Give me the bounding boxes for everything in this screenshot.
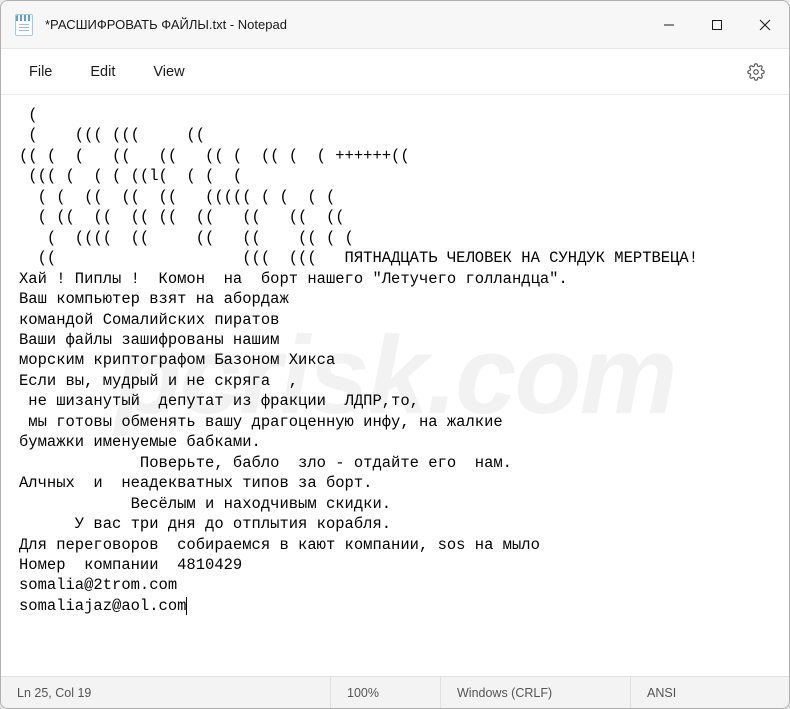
menu-bar: File Edit View <box>1 49 789 95</box>
text-editor[interactable]: ( ( ((( ((( (( (( ( ( (( (( (( ( (( ( ( … <box>1 95 789 626</box>
editor-area: pcrisk.com ( ( ((( ((( (( (( ( ( (( (( (… <box>1 95 789 676</box>
status-position: Ln 25, Col 19 <box>1 677 331 708</box>
status-zoom[interactable]: 100% <box>331 677 441 708</box>
close-icon <box>759 19 771 31</box>
minimize-button[interactable] <box>645 1 693 49</box>
window-title: *РАСШИФРОВАТЬ ФАЙЛЫ.txt - Notepad <box>45 17 287 32</box>
gear-icon <box>747 63 765 81</box>
notepad-window: *РАСШИФРОВАТЬ ФАЙЛЫ.txt - Notepad File E… <box>0 0 790 709</box>
close-button[interactable] <box>741 1 789 49</box>
document-text: ( ( ((( ((( (( (( ( ( (( (( (( ( (( ( ( … <box>19 106 698 615</box>
title-bar[interactable]: *РАСШИФРОВАТЬ ФАЙЛЫ.txt - Notepad <box>1 1 789 49</box>
minimize-icon <box>663 19 675 31</box>
maximize-button[interactable] <box>693 1 741 49</box>
status-line-ending: Windows (CRLF) <box>441 677 631 708</box>
text-caret <box>186 597 187 615</box>
status-bar: Ln 25, Col 19 100% Windows (CRLF) ANSI <box>1 676 789 708</box>
menu-file[interactable]: File <box>11 56 70 88</box>
settings-button[interactable] <box>739 55 773 89</box>
menu-edit[interactable]: Edit <box>72 56 133 88</box>
menu-view[interactable]: View <box>135 56 202 88</box>
notepad-icon <box>15 14 33 36</box>
status-encoding: ANSI <box>631 677 789 708</box>
maximize-icon <box>711 19 723 31</box>
